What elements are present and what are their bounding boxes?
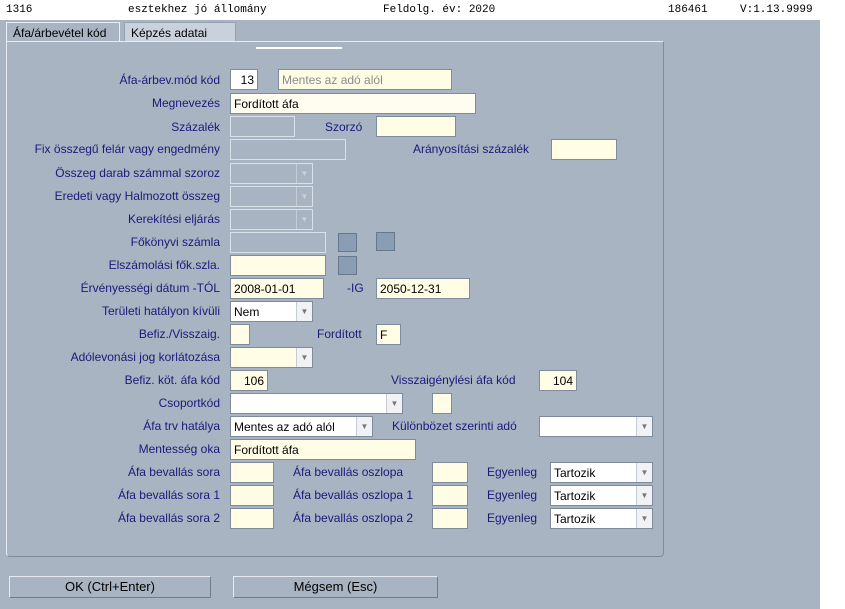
forditott-input[interactable]: F xyxy=(376,324,401,345)
teruleti-value: Nem xyxy=(234,305,260,319)
bev-sora-label: Áfa bevallás sora xyxy=(127,465,220,479)
chevron-down-icon: ▼ xyxy=(636,417,652,436)
szazalek-input[interactable] xyxy=(230,116,295,137)
chevron-down-icon: ▼ xyxy=(296,187,312,206)
egyenleg2-value: Tartozik xyxy=(554,512,596,526)
visszaigenylesi-input[interactable]: 104 xyxy=(539,370,577,391)
teruleti-label: Területi hatályon kívüli xyxy=(101,304,220,318)
chevron-down-icon: ▼ xyxy=(636,486,652,505)
status-code: 1316 xyxy=(6,4,33,16)
szazalek-label: Százalék xyxy=(171,120,220,134)
section-underline xyxy=(256,47,342,49)
status-id: 186461 xyxy=(668,4,708,16)
bev-sora2-input[interactable] xyxy=(230,508,274,529)
befiz-kot-input[interactable]: 106 xyxy=(230,370,268,391)
afa-kod-label: Áfa-árbev.mód kód xyxy=(119,73,221,87)
status-year: Feldolg. év: 2020 xyxy=(383,4,496,16)
egyenleg-select[interactable]: Tartozik ▼ xyxy=(550,462,653,483)
bev-oszlopa2-input[interactable] xyxy=(432,508,468,529)
adolevonasi-select[interactable]: ▼ xyxy=(230,347,313,368)
status-title: esztekhez jó állomány xyxy=(128,4,267,16)
status-bar: 1316 esztekhez jó állomány Feldolg. év: … xyxy=(0,0,845,20)
afa-trv-select[interactable]: Mentes az adó alól ▼ xyxy=(230,416,373,437)
egyenleg2-label: Egyenleg xyxy=(487,511,538,525)
afa-kod-desc-field[interactable]: Mentes az adó alól xyxy=(278,69,452,90)
megnevezes-input[interactable]: Fordított áfa xyxy=(230,93,476,114)
ervenyessegi-ig-input[interactable]: 2050-12-31 xyxy=(376,278,470,299)
status-version: V:1.13.9999 xyxy=(740,4,813,16)
chevron-down-icon: ▼ xyxy=(386,394,402,413)
szorzo-input[interactable] xyxy=(376,116,456,137)
ervenyessegi-tol-input[interactable]: 2008-01-01 xyxy=(230,278,324,299)
visszaigenylesi-label: Visszaigénylési áfa kód xyxy=(391,373,516,387)
elszamolasi-input[interactable] xyxy=(230,255,326,276)
eredeti-halmozott-select[interactable]: ▼ xyxy=(230,186,313,207)
fokonyvi-secondary-button[interactable] xyxy=(376,232,395,251)
afa-trv-label: Áfa trv hatálya xyxy=(143,419,220,433)
aranyositasi-label: Arányosítási százalék xyxy=(413,142,530,156)
bev-oszlopa1-label: Áfa bevallás oszlopa 1 xyxy=(293,488,414,502)
mentesseg-label: Mentesség oka xyxy=(138,442,220,456)
szorzo-label: Szorzó xyxy=(325,120,363,134)
egyenleg1-label: Egyenleg xyxy=(487,488,538,502)
ervenyessegi-label: Érvényességi dátum -TÓL xyxy=(80,281,220,295)
chevron-down-icon: ▼ xyxy=(296,210,312,229)
egyenleg-value: Tartozik xyxy=(554,466,596,480)
aranyositasi-input[interactable] xyxy=(551,139,617,160)
chevron-down-icon: ▼ xyxy=(296,348,312,367)
fix-osszegu-input[interactable] xyxy=(230,139,346,160)
csoportkod-extra-input[interactable] xyxy=(432,393,452,414)
csoportkod-label: Csoportkód xyxy=(158,396,220,410)
ervenyessegi-ig-label: -IG xyxy=(347,281,364,295)
elszamolasi-lookup-button[interactable] xyxy=(338,256,357,275)
chevron-down-icon: ▼ xyxy=(636,463,652,482)
mentesseg-input[interactable]: Fordított áfa xyxy=(230,439,416,460)
afa-kod-input[interactable]: 13 xyxy=(230,69,258,90)
fokonyvi-input[interactable] xyxy=(230,232,326,253)
bev-oszlopa2-label: Áfa bevallás oszlopa 2 xyxy=(293,511,414,525)
fokonyvi-label: Főkönyvi számla xyxy=(130,235,220,249)
elszamolasi-label: Elszámolási fők.szla. xyxy=(108,258,220,272)
eredeti-halmozott-label: Eredeti vagy Halmozott összeg xyxy=(54,189,220,203)
ok-button[interactable]: OK (Ctrl+Enter) xyxy=(9,576,211,598)
bev-sora-input[interactable] xyxy=(230,462,274,483)
fokonyvi-lookup-button[interactable] xyxy=(338,233,357,252)
bev-sora1-input[interactable] xyxy=(230,485,274,506)
befiz-visszaig-label: Befiz./Visszaig. xyxy=(138,327,220,341)
teruleti-select[interactable]: Nem ▼ xyxy=(230,301,313,322)
bev-sora1-label: Áfa bevallás sora 1 xyxy=(117,488,220,502)
bev-oszlopa-input[interactable] xyxy=(432,462,468,483)
osszeg-darab-select[interactable]: ▼ xyxy=(230,163,313,184)
megnevezes-label: Megnevezés xyxy=(151,96,220,110)
chevron-down-icon: ▼ xyxy=(296,302,312,321)
tab-kepzes-adatai[interactable]: Képzés adatai xyxy=(124,22,236,41)
befiz-kot-label: Befiz. köt. áfa kód xyxy=(124,373,220,387)
chevron-down-icon: ▼ xyxy=(636,509,652,528)
kerekitesi-select[interactable]: ▼ xyxy=(230,209,313,230)
kerekitesi-label: Kerekítési eljárás xyxy=(127,212,220,226)
adolevonasi-label: Adólevonási jog korlátozása xyxy=(70,350,220,364)
chevron-down-icon: ▼ xyxy=(356,417,372,436)
afa-trv-value: Mentes az adó alól xyxy=(234,420,335,434)
fix-osszegu-label: Fix összegű felár vagy engedmény xyxy=(34,142,220,156)
osszeg-darab-label: Összeg darab számmal szoroz xyxy=(55,166,220,180)
chevron-down-icon: ▼ xyxy=(296,164,312,183)
egyenleg1-value: Tartozik xyxy=(554,489,596,503)
bev-oszlopa1-input[interactable] xyxy=(432,485,468,506)
bev-oszlopa-label: Áfa bevallás oszlopa xyxy=(293,465,404,479)
egyenleg-label: Egyenleg xyxy=(487,465,538,479)
cancel-button[interactable]: Mégsem (Esc) xyxy=(233,576,438,598)
csoportkod-select[interactable]: ▼ xyxy=(230,393,403,414)
bev-sora2-label: Áfa bevallás sora 2 xyxy=(117,511,220,525)
befiz-visszaig-input[interactable] xyxy=(230,324,250,345)
forditott-label: Fordított xyxy=(317,327,362,341)
egyenleg1-select[interactable]: Tartozik ▼ xyxy=(550,485,653,506)
kulonbozet-label: Különbözet szerinti adó xyxy=(392,419,517,433)
kulonbozet-select[interactable]: ▼ xyxy=(539,416,653,437)
application-window: Áfa/árbevétel kód Képzés adatai Áfa-árbe… xyxy=(0,20,820,609)
egyenleg2-select[interactable]: Tartozik ▼ xyxy=(550,508,653,529)
tab-afa-arbevetel-kod[interactable]: Áfa/árbevétel kód xyxy=(6,22,120,41)
